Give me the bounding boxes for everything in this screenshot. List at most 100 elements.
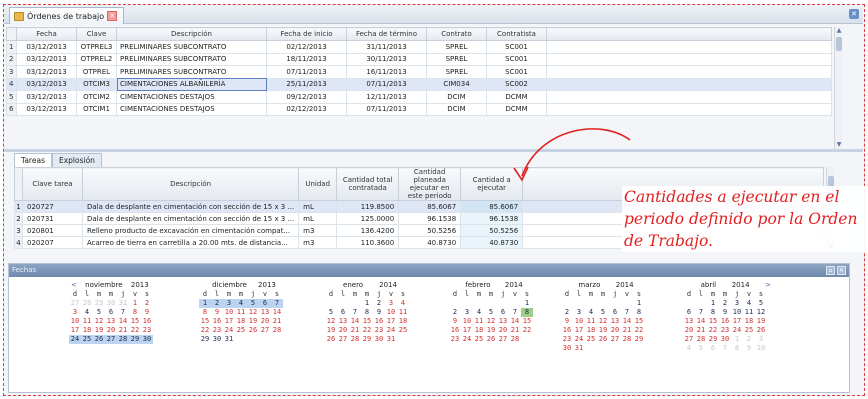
day-cell[interactable]: 20 (683, 326, 695, 335)
day-cell[interactable]: 1 (521, 299, 533, 308)
cell-total[interactable]: 119.8500 (336, 200, 400, 213)
cell-contratista[interactable]: DCMM (486, 90, 547, 104)
day-cell[interactable]: 20 (259, 317, 271, 326)
day-cell[interactable]: 25 (743, 326, 755, 335)
day-cell[interactable]: 5 (325, 308, 337, 317)
cell-fecha[interactable]: 03/12/2013 (16, 52, 77, 66)
day-cell[interactable]: 15 (129, 317, 141, 326)
day-cell[interactable]: 9 (141, 308, 153, 317)
cell-contrato[interactable]: DCIM (426, 102, 487, 116)
day-cell[interactable] (497, 299, 509, 308)
day-cell[interactable]: 2 (561, 308, 573, 317)
scroll-thumb[interactable] (836, 37, 842, 51)
day-cell[interactable]: 15 (521, 317, 533, 326)
close-window-icon[interactable]: ✕ (849, 9, 859, 19)
day-cell[interactable]: 27 (497, 335, 509, 344)
cell-clave[interactable]: OTPREL (76, 65, 117, 79)
day-cell[interactable]: 14 (509, 317, 521, 326)
day-cell[interactable]: 28 (117, 335, 129, 344)
cell-contratista[interactable]: SC001 (486, 65, 547, 79)
day-cell[interactable] (695, 299, 707, 308)
day-cell[interactable]: 8 (199, 308, 211, 317)
day-cell[interactable]: 5 (93, 308, 105, 317)
panel-splitter[interactable] (4, 149, 863, 152)
day-cell[interactable]: 20 (105, 326, 117, 335)
day-cell[interactable]: 8 (633, 308, 645, 317)
cell-termino[interactable]: 31/11/2013 (346, 40, 427, 54)
table-row[interactable]: 5 03/12/2013 OTCIM2 CIMENTACIONES DESTAJOS 0… (6, 90, 832, 104)
day-cell[interactable]: 28 (81, 299, 93, 308)
day-cell[interactable]: 3 (573, 308, 585, 317)
day-cell[interactable]: 27 (259, 326, 271, 335)
day-cell[interactable]: 25 (81, 335, 93, 344)
cell-total[interactable]: 136.4200 (336, 224, 400, 237)
column-header[interactable]: Fecha de término (346, 27, 427, 41)
scroll-up-icon[interactable]: ▲ (835, 27, 843, 35)
day-cell[interactable]: 1 (129, 299, 141, 308)
day-cell[interactable]: 27 (105, 335, 117, 344)
day-cell[interactable] (683, 299, 695, 308)
day-cell[interactable] (337, 299, 349, 308)
day-cell[interactable]: 26 (325, 335, 337, 344)
day-cell[interactable]: 3 (385, 299, 397, 308)
day-cell[interactable]: 10 (731, 308, 743, 317)
day-cell[interactable]: 25 (397, 326, 409, 335)
day-cell[interactable] (349, 299, 361, 308)
day-cell[interactable]: 4 (397, 299, 409, 308)
column-header[interactable]: Descripción (81, 167, 300, 201)
cell-planeada[interactable]: 50.5256 (398, 224, 462, 237)
day-cell[interactable]: 1 (633, 299, 645, 308)
day-cell[interactable]: 22 (199, 326, 211, 335)
day-cell[interactable]: 4 (683, 344, 695, 353)
day-cell[interactable] (509, 299, 521, 308)
day-cell[interactable]: 31 (223, 335, 235, 344)
day-cell[interactable]: 7 (621, 308, 633, 317)
day-cell[interactable]: 19 (247, 317, 259, 326)
day-cell[interactable]: 1 (707, 299, 719, 308)
cell-descripcion[interactable]: Dala de desplante en cimentación con sec… (81, 200, 300, 213)
cell-inicio[interactable]: 09/12/2013 (266, 90, 347, 104)
day-cell[interactable]: 27 (683, 335, 695, 344)
table-row[interactable]: 6 03/12/2013 OTCIM1 CIMENTACIONES DESTAJOS 0… (6, 102, 832, 116)
day-cell[interactable] (473, 299, 485, 308)
day-cell[interactable] (449, 299, 461, 308)
day-cell[interactable]: 28 (271, 326, 283, 335)
column-header[interactable]: Cantidad total contratada (336, 167, 400, 201)
table-row[interactable]: 2 03/12/2013 OTPREL2 PRELIMINARES SUBCONTRA… (6, 52, 832, 66)
day-cell[interactable]: 6 (707, 344, 719, 353)
day-cell[interactable]: 12 (485, 317, 497, 326)
day-cell[interactable]: 29 (93, 299, 105, 308)
close-tab-icon[interactable]: ✕ (107, 11, 118, 21)
tab-ordenes-de-trabajo[interactable]: Órdenes de trabajo ✕ (9, 7, 125, 24)
cell-contrato[interactable]: CIM034 (426, 77, 487, 91)
day-cell[interactable]: 13 (609, 317, 621, 326)
day-cell[interactable]: 7 (695, 308, 707, 317)
cell-termino[interactable]: 16/11/2013 (346, 65, 427, 79)
day-cell[interactable]: 3 (731, 299, 743, 308)
day-cell[interactable]: 22 (707, 326, 719, 335)
day-cell[interactable]: 23 (211, 326, 223, 335)
day-cell[interactable]: 7 (349, 308, 361, 317)
day-cell[interactable]: 6 (337, 308, 349, 317)
day-cell[interactable]: 7 (117, 308, 129, 317)
day-cell[interactable] (597, 299, 609, 308)
day-cell[interactable] (585, 299, 597, 308)
day-cell[interactable]: 9 (211, 308, 223, 317)
cell-clave[interactable]: 020727 (22, 200, 83, 213)
day-cell[interactable]: 30 (211, 335, 223, 344)
day-cell[interactable]: 2 (743, 335, 755, 344)
day-cell[interactable]: 10 (69, 317, 81, 326)
day-cell[interactable]: 12 (597, 317, 609, 326)
column-header[interactable]: Clave (76, 27, 117, 41)
day-cell[interactable]: 8 (361, 308, 373, 317)
table-row[interactable]: 3 03/12/2013 OTPREL PRELIMINARES SUBCONTRAT… (6, 65, 832, 79)
day-cell[interactable]: 24 (223, 326, 235, 335)
column-header[interactable]: Fecha de inicio (266, 27, 347, 41)
day-cell[interactable]: 10 (461, 317, 473, 326)
cell-planeada[interactable]: 96.1538 (398, 212, 462, 225)
day-cell[interactable]: 20 (497, 326, 509, 335)
day-cell[interactable]: 9 (743, 344, 755, 353)
cell-descripcion[interactable]: CIMENTACIONES DESTAJOS (116, 90, 267, 104)
day-cell[interactable]: 12 (755, 308, 767, 317)
cell-inicio[interactable]: 07/11/2013 (266, 65, 347, 79)
